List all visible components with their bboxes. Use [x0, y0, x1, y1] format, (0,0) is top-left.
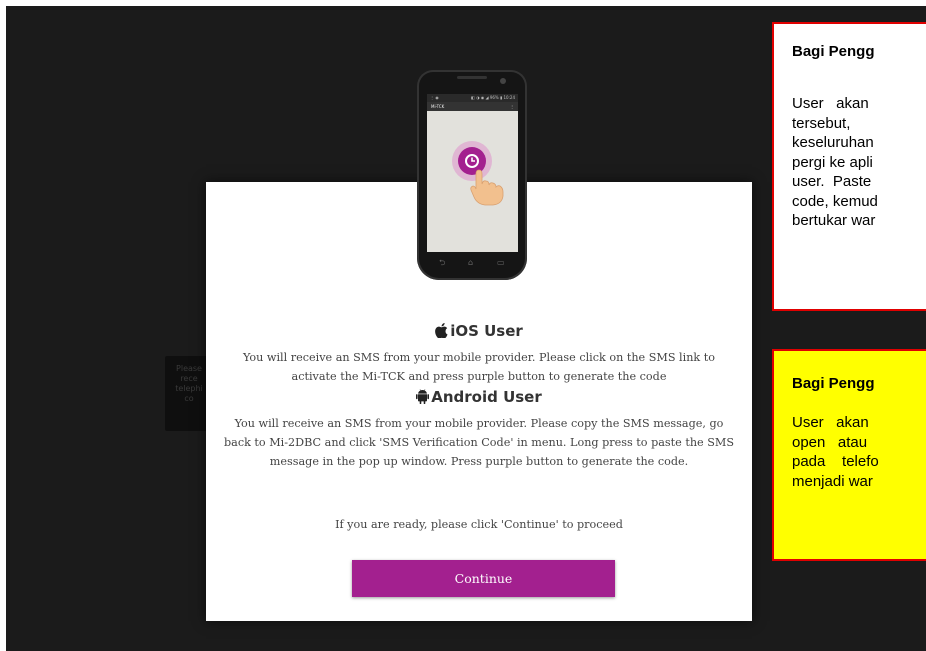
phone-illustration: ⋮ ◉ ◧ ◑ ◉ ◢ 96% ▮ 10:24 Mi-TCK ⋮ ⮌ ⌂ ▭ — [417, 70, 527, 280]
phone-nav-bar: ⮌ ⌂ ▭ — [427, 256, 518, 270]
phone-earpiece — [457, 76, 487, 79]
apple-icon — [435, 322, 448, 340]
android-user-heading: Android User — [206, 388, 752, 406]
note-line: open atau — [792, 433, 868, 451]
back-icon: ⮌ — [439, 258, 446, 267]
note-line: pada telefo — [792, 453, 879, 470]
note-line: code, kemud — [792, 192, 878, 210]
phone-camera — [500, 78, 506, 84]
note-android-users: Bagi Pengg User akan open atau pada tele… — [772, 349, 926, 561]
ios-user-heading: iOS User — [206, 322, 752, 340]
phone-menu-icon: ⋮ — [510, 104, 514, 109]
phone-screen: ⋮ ◉ ◧ ◑ ◉ ◢ 96% ▮ 10:24 Mi-TCK ⋮ — [427, 94, 518, 252]
note-line: pergi ke apli — [792, 153, 873, 171]
note-android-body: User akan open atau pada telefo menjadi … — [792, 413, 926, 491]
note-line: menjadi war — [792, 472, 873, 490]
phone-status-bar: ⋮ ◉ ◧ ◑ ◉ ◢ 96% ▮ 10:24 — [427, 94, 518, 102]
note-android-title: Bagi Pengg — [792, 375, 875, 392]
note-line: User akan — [792, 414, 869, 431]
note-line: user. Paste — [792, 173, 872, 190]
android-icon — [416, 388, 430, 406]
android-user-title: Android User — [431, 388, 542, 406]
pointing-hand-icon — [470, 169, 504, 206]
recent-apps-icon: ▭ — [497, 258, 505, 267]
ready-prompt: If you are ready, please click 'Continue… — [335, 518, 623, 531]
note-ios-title: Bagi Pengg — [792, 43, 875, 60]
phone-status-left: ⋮ ◉ — [430, 95, 439, 100]
android-instructions: You will receive an SMS from your mobile… — [223, 417, 734, 468]
note-line: tersebut, — [792, 114, 851, 132]
note-line: bertukar war — [792, 212, 876, 229]
phone-app-title: Mi-TCK — [431, 104, 445, 109]
ios-user-title: iOS User — [450, 322, 523, 340]
phone-app-bar: Mi-TCK ⋮ — [427, 102, 518, 111]
phone-status-right: ◧ ◑ ◉ ◢ 96% ▮ 10:24 — [470, 95, 515, 100]
continue-button[interactable]: Continue — [352, 560, 615, 597]
note-line: User akan — [792, 95, 869, 112]
note-line: keseluruhan — [792, 134, 874, 151]
home-icon: ⌂ — [468, 258, 474, 267]
note-ios-users: Bagi Pengg User akan tersebut, keseluruh… — [772, 22, 926, 311]
note-ios-body: User akan tersebut, keseluruhan pergi ke… — [792, 94, 926, 231]
ios-instructions: You will receive an SMS from your mobile… — [242, 351, 715, 383]
